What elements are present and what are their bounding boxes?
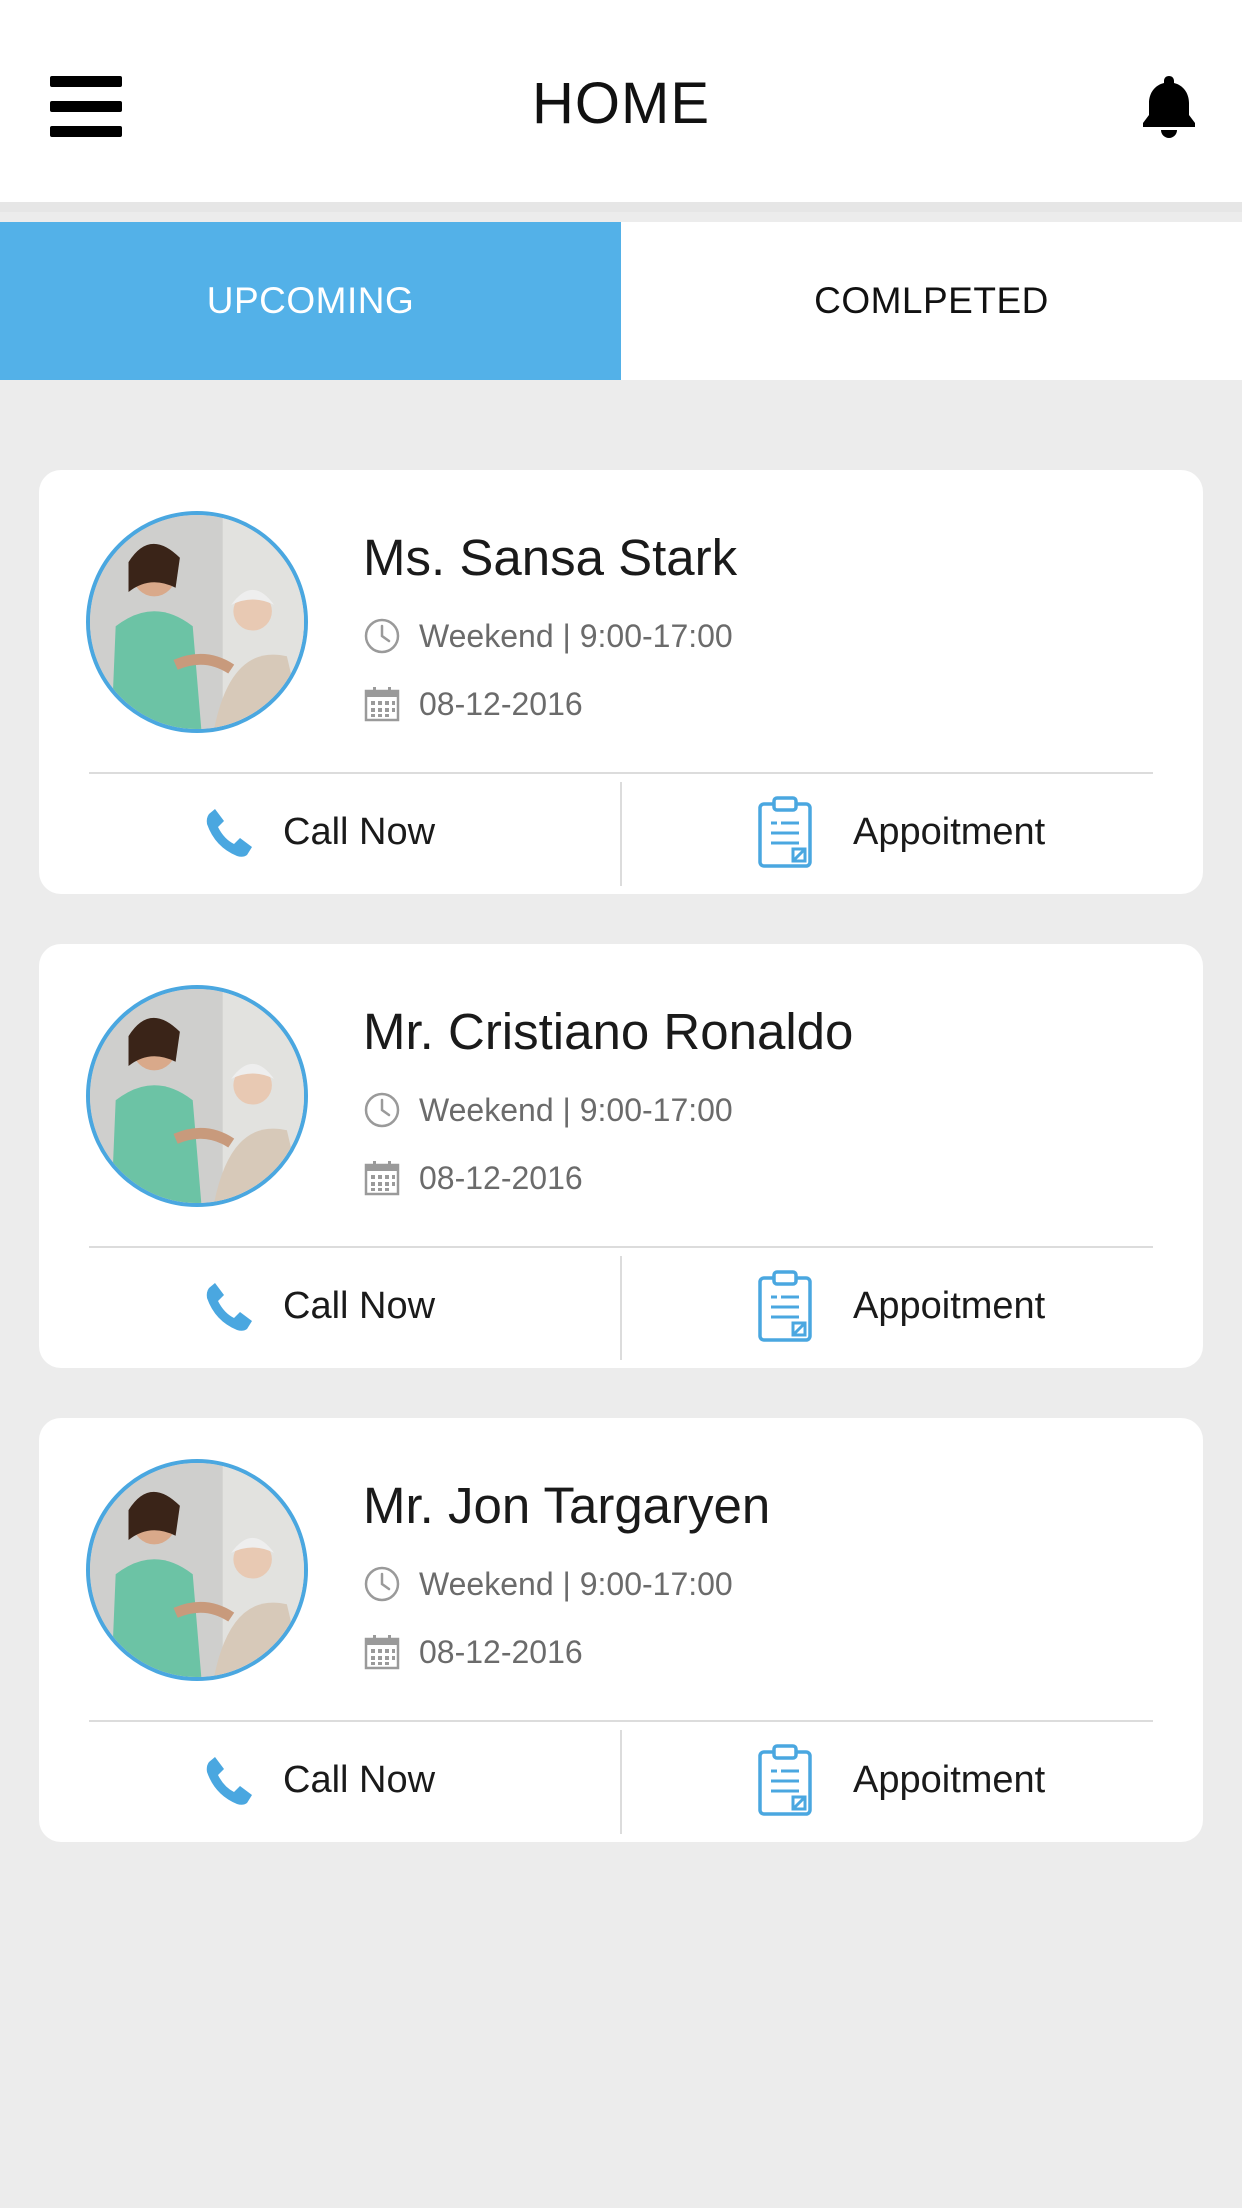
appointment-label: Appoitment (853, 1758, 1046, 1801)
patient-name: Ms. Sansa Stark (363, 529, 738, 586)
schedule-row: Weekend | 9:00-17:00 (363, 616, 733, 656)
appointment-label: Appoitment (853, 1284, 1046, 1327)
phone-icon (206, 809, 252, 857)
divider (620, 782, 622, 886)
appointment-button[interactable]: Appoitment (757, 774, 1045, 890)
date-text: 08-12-2016 (419, 685, 583, 722)
calendar-icon (364, 1635, 400, 1670)
clock-icon (364, 618, 400, 654)
call-now-button[interactable]: Call Now (203, 1722, 435, 1838)
page-title: HOME (532, 71, 710, 136)
date-text: 08-12-2016 (419, 1633, 583, 1670)
clock-icon (364, 1566, 400, 1602)
divider (620, 1730, 622, 1834)
calendar-icon (364, 687, 400, 722)
appointment-card: Mr. Jon Targaryen Weekend | 9:00-17:00 0… (39, 1418, 1203, 1842)
date-row: 08-12-2016 (363, 684, 583, 724)
date-text: 08-12-2016 (419, 1159, 583, 1196)
nurse-patient-photo-icon (90, 1463, 304, 1677)
nurse-patient-photo-icon (90, 515, 304, 729)
clock-icon (364, 1092, 400, 1128)
call-now-label: Call Now (283, 1758, 436, 1801)
call-now-button[interactable]: Call Now (203, 1248, 435, 1364)
avatar (86, 1459, 308, 1681)
date-row: 08-12-2016 (363, 1158, 583, 1198)
avatar (86, 985, 308, 1207)
bell-icon[interactable] (1138, 74, 1200, 138)
tab-completed[interactable]: COMLPETED (621, 222, 1242, 380)
schedule-text: Weekend | 9:00-17:00 (419, 617, 733, 654)
clipboard-icon (758, 1744, 812, 1816)
appointment-card: Mr. Cristiano Ronaldo Weekend | 9:00-17:… (39, 944, 1203, 1368)
tab-bar: UPCOMING COMLPETED (0, 222, 1242, 380)
avatar (86, 511, 308, 733)
calendar-icon (364, 1161, 400, 1196)
schedule-row: Weekend | 9:00-17:00 (363, 1564, 733, 1604)
tab-upcoming[interactable]: UPCOMING (0, 222, 621, 380)
schedule-text: Weekend | 9:00-17:00 (419, 1565, 733, 1602)
appointment-button[interactable]: Appoitment (757, 1248, 1045, 1364)
date-row: 08-12-2016 (363, 1632, 583, 1672)
call-now-label: Call Now (283, 1284, 436, 1327)
schedule-text: Weekend | 9:00-17:00 (419, 1091, 733, 1128)
patient-name: Mr. Jon Targaryen (363, 1477, 771, 1534)
call-now-button[interactable]: Call Now (203, 774, 435, 890)
clipboard-icon (758, 796, 812, 868)
appointment-label: Appoitment (853, 810, 1046, 853)
schedule-row: Weekend | 9:00-17:00 (363, 1090, 733, 1130)
appointment-button[interactable]: Appoitment (757, 1722, 1045, 1838)
patient-name: Mr. Cristiano Ronaldo (363, 1003, 854, 1060)
nurse-patient-photo-icon (90, 989, 304, 1203)
phone-icon (206, 1283, 252, 1331)
app-header: HOME (0, 0, 1242, 212)
divider (620, 1256, 622, 1360)
call-now-label: Call Now (283, 810, 436, 853)
phone-icon (206, 1757, 252, 1805)
clipboard-icon (758, 1270, 812, 1342)
appointment-card: Ms. Sansa Stark Weekend | 9:00-17:00 08-… (39, 470, 1203, 894)
